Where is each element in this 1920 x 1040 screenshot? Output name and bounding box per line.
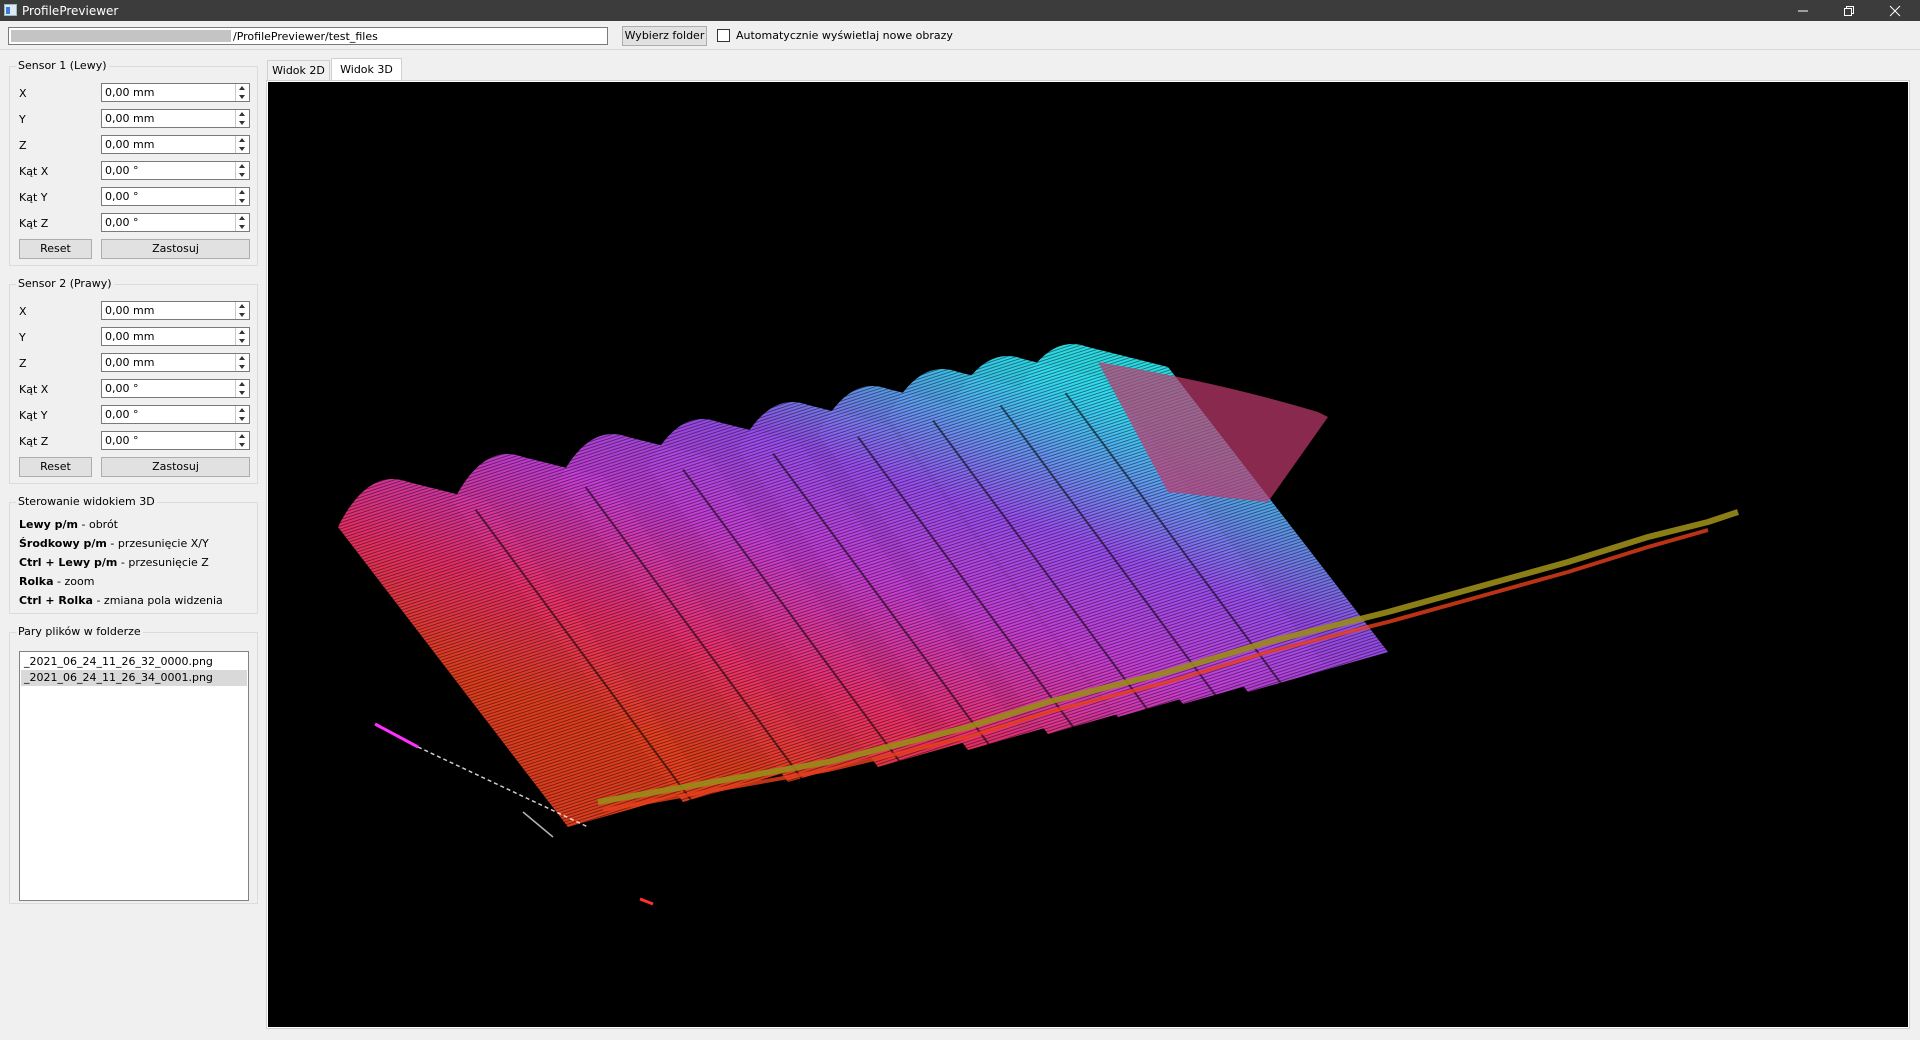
files-group: Pary plików w folderze _2021_06_24_11_26… (9, 625, 258, 904)
sensor2-z-label: Z (19, 357, 27, 370)
sensor1-anglez-label: Kąt Z (19, 217, 49, 230)
sensor1-anglex-spinbox[interactable]: 0,00 ° (101, 161, 250, 180)
spin-arrows-icon[interactable] (235, 302, 249, 319)
close-button[interactable] (1872, 0, 1918, 21)
sensor2-angley-label: Kąt Y (19, 409, 48, 422)
file-list[interactable]: _2021_06_24_11_26_32_0000.png _2021_06_2… (19, 651, 249, 901)
sensor2-angley-spinbox[interactable]: 0,00 ° (101, 405, 250, 424)
help-line-fov: Ctrl + Rolka - zmiana pola widzenia (19, 594, 223, 607)
app-icon (4, 4, 17, 16)
help-line-pan-xy: Środkowy p/m - przesunięcie X/Y (19, 537, 209, 550)
sensor1-anglex-value: 0,00 ° (105, 164, 139, 177)
auto-show-checkbox[interactable] (717, 29, 730, 42)
sensor2-x-spinbox[interactable]: 0,00 mm (101, 301, 250, 320)
sensor1-z-label: Z (19, 139, 27, 152)
sensor1-x-spinbox[interactable]: 0,00 mm (101, 83, 250, 102)
sensor2-anglex-spinbox[interactable]: 0,00 ° (101, 379, 250, 398)
sensor2-anglez-value: 0,00 ° (105, 434, 139, 447)
sensor2-anglex-value: 0,00 ° (105, 382, 139, 395)
spin-arrows-icon[interactable] (235, 188, 249, 205)
spin-arrows-icon[interactable] (235, 354, 249, 371)
sensor1-angley-label: Kąt Y (19, 191, 48, 204)
files-title: Pary plików w folderze (16, 625, 143, 638)
noise-streak (374, 722, 419, 749)
folder-path-input[interactable]: /ProfilePreviewer/test_files (8, 27, 608, 45)
auto-show-label: Automatycznie wyświetlaj nowe obrazy (736, 29, 953, 42)
controls-title: Sterowanie widokiem 3D (16, 495, 157, 508)
spin-arrows-icon[interactable] (235, 432, 249, 449)
sensor1-angley-spinbox[interactable]: 0,00 ° (101, 187, 250, 206)
help-line-pan-z: Ctrl + Lewy p/m - przesunięcie Z (19, 556, 209, 569)
sensor2-reset-button[interactable]: Reset (19, 457, 92, 477)
path-redacted (11, 30, 231, 42)
help-line-rotate: Lewy p/m - obrót (19, 518, 118, 531)
sensor1-y-label: Y (19, 113, 26, 126)
tab-3d-view[interactable]: Widok 3D (331, 58, 402, 80)
sensor1-anglez-value: 0,00 ° (105, 216, 139, 229)
toolbar-separator (0, 49, 1920, 50)
sensor1-y-value: 0,00 mm (105, 112, 155, 125)
list-item[interactable]: _2021_06_24_11_26_34_0001.png (21, 670, 247, 686)
sensor2-apply-button[interactable]: Zastosuj (101, 457, 250, 477)
sensor1-anglex-label: Kąt X (19, 165, 49, 178)
sensor1-x-label: X (19, 87, 27, 100)
sensor1-x-value: 0,00 mm (105, 86, 155, 99)
sensor2-y-label: Y (19, 331, 26, 344)
sensor2-x-value: 0,00 mm (105, 304, 155, 317)
help-line-zoom: Rolka - zoom (19, 575, 95, 588)
sensor2-y-spinbox[interactable]: 0,00 mm (101, 327, 250, 346)
tab-2d-view[interactable]: Widok 2D (267, 60, 330, 80)
restore-icon (1844, 6, 1854, 16)
sensor2-group: Sensor 2 (Prawy) X 0,00 mm Y 0,00 mm Z 0… (9, 277, 258, 484)
sensor2-anglex-label: Kąt X (19, 383, 49, 396)
sensor1-reset-button[interactable]: Reset (19, 239, 92, 259)
sensor1-angley-value: 0,00 ° (105, 190, 139, 203)
sensor2-angley-value: 0,00 ° (105, 408, 139, 421)
spin-arrows-icon[interactable] (235, 162, 249, 179)
sensor2-z-spinbox[interactable]: 0,00 mm (101, 353, 250, 372)
folder-path-text: /ProfilePreviewer/test_files (233, 30, 378, 43)
spin-arrows-icon[interactable] (235, 406, 249, 423)
spin-arrows-icon[interactable] (235, 380, 249, 397)
spin-arrows-icon[interactable] (235, 84, 249, 101)
minimize-icon (1798, 10, 1808, 12)
title-bar[interactable]: ProfilePreviewer (0, 0, 1920, 21)
minimize-button[interactable] (1780, 0, 1826, 21)
sensor1-apply-button[interactable]: Zastosuj (101, 239, 250, 259)
window-title: ProfilePreviewer (22, 4, 119, 18)
spin-arrows-icon[interactable] (235, 110, 249, 127)
sensor1-z-spinbox[interactable]: 0,00 mm (101, 135, 250, 154)
list-item[interactable]: _2021_06_24_11_26_32_0000.png (21, 654, 247, 670)
spin-arrows-icon[interactable] (235, 328, 249, 345)
sensor2-title: Sensor 2 (Prawy) (16, 277, 114, 290)
spin-arrows-icon[interactable] (235, 214, 249, 231)
spin-arrows-icon[interactable] (235, 136, 249, 153)
noise-streak (522, 811, 554, 838)
point-cloud-3d-view[interactable] (268, 82, 1908, 1027)
sensor2-y-value: 0,00 mm (105, 330, 155, 343)
sensor2-x-label: X (19, 305, 27, 318)
sensor2-anglez-spinbox[interactable]: 0,00 ° (101, 431, 250, 450)
sensor1-anglez-spinbox[interactable]: 0,00 ° (101, 213, 250, 232)
select-folder-button[interactable]: Wybierz folder (622, 26, 707, 46)
noise-streak (639, 897, 654, 906)
sensor1-z-value: 0,00 mm (105, 138, 155, 151)
sensor1-y-spinbox[interactable]: 0,00 mm (101, 109, 250, 128)
sensor2-z-value: 0,00 mm (105, 356, 155, 369)
sensor1-title: Sensor 1 (Lewy) (16, 59, 109, 72)
close-icon (1889, 5, 1901, 17)
sensor1-group: Sensor 1 (Lewy) X 0,00 mm Y 0,00 mm Z 0,… (9, 59, 258, 266)
sensor2-anglez-label: Kąt Z (19, 435, 49, 448)
restore-button[interactable] (1826, 0, 1872, 21)
controls-group: Sterowanie widokiem 3D Lewy p/m - obrót … (9, 495, 258, 614)
